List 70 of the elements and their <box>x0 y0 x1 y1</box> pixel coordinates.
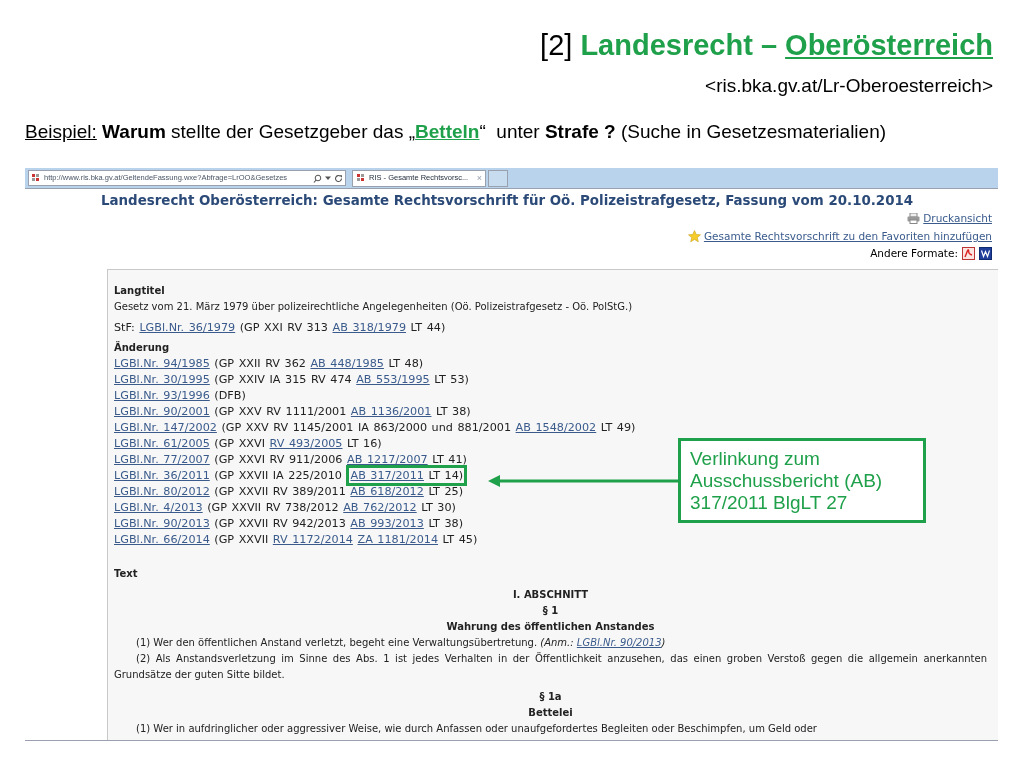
document-link[interactable]: LGBl.Nr. 90/2001 <box>114 405 210 418</box>
document-link[interactable]: ZA 1181/2014 <box>357 533 439 546</box>
document-link[interactable]: AB 448/1985 <box>310 357 384 370</box>
document-link[interactable]: RV 493/2005 <box>269 437 343 450</box>
search-icon[interactable] <box>313 173 322 183</box>
dropdown-caret-icon[interactable] <box>325 175 331 181</box>
document-link[interactable]: RV 1172/2014 <box>272 533 353 546</box>
amendment-line: LGBl.Nr. 147/2002 (GP XXV RV 1145/2001 IA 863/2000 und 881/2001 AB 1548/2002 LT 49) <box>114 420 636 436</box>
callout-box: Verlinkung zum Ausschussbericht (AB) 317/2011 BlgLT 27 <box>678 438 926 523</box>
amendment-line: LGBl.Nr. 30/1995 (GP XXIV IA 315 RV 474 AB 553/1995 LT 53) <box>114 372 469 388</box>
section-title: § 1a <box>538 690 563 704</box>
section-heading: Änderung <box>114 340 171 355</box>
amendment-line: LGBl.Nr. 90/2013 (GP XXVII RV 942/2013 AB 993/2013 LT 38) <box>114 516 464 532</box>
formats-label: Andere Formate: <box>870 246 958 261</box>
amendment-line: LGBl.Nr. 93/1996 (DFB) <box>114 388 246 404</box>
highlight-frame: AB 317/2011 LT 14) <box>346 465 468 486</box>
document-link[interactable]: AB 993/2013 <box>350 517 424 530</box>
document-link[interactable]: AB 1548/2002 <box>515 421 597 434</box>
citation-line: StF: LGBl.Nr. 36/1979 (GP XXI RV 313 AB 318/1979 LT 44) <box>114 320 446 336</box>
document-link[interactable]: LGBl.Nr. 90/2013 <box>114 517 210 530</box>
refresh-icon[interactable] <box>334 173 343 183</box>
star-icon <box>687 229 701 243</box>
section-heading: Langtitel <box>114 284 166 298</box>
document-link[interactable]: LGBl.Nr. 36/2011 <box>114 469 210 482</box>
law-paragraph: (1) Wer den öffentlichen Anstand verletzt, begeht eine Verwaltungsübertretung. (Anm.: LGBl.Nr. 90/2013) <box>135 636 667 650</box>
section-title: Wahrung des öffentlichen Anstandes <box>445 620 656 634</box>
document-link[interactable]: LGBl.Nr. 93/1996 <box>114 389 210 402</box>
page-link[interactable]: Druckansicht <box>923 209 992 227</box>
document-link[interactable]: LGBl.Nr. 80/2012 <box>114 485 210 498</box>
amendment-line: LGBl.Nr. 80/2012 (GP XXVII RV 389/2011 AB 618/2012 LT 25) <box>114 484 464 500</box>
page-title: Landesrecht Oberösterreich: Gesamte Rechtsvorschrift für Oö. Polizeistrafgesetz, Fassung vom 20.10.2014 <box>100 192 915 210</box>
slide-subtitle: <ris.bka.gv.at/Lr-Oberoesterreich> <box>704 74 993 98</box>
document-link[interactable]: LGBl.Nr. 77/2007 <box>114 453 210 466</box>
document-link[interactable]: AB 553/1995 <box>356 373 430 386</box>
document-link[interactable]: AB 1136/2001 <box>350 405 432 418</box>
amendment-line: LGBl.Nr. 94/1985 (GP XXII RV 362 AB 448/1985 LT 48) <box>114 356 424 372</box>
section-title: Bettelei <box>527 706 574 720</box>
document-link[interactable]: AB 1217/2007 <box>347 453 428 466</box>
section-title: § 1 <box>541 604 560 618</box>
section-title: I. ABSCHNITT <box>511 588 590 602</box>
slide-title: [2] Landesrecht – Oberösterreich <box>539 28 993 63</box>
amendment-line: LGBl.Nr. 90/2001 (GP XXV RV 1111/2001 AB 1136/2001 LT 38) <box>114 404 471 420</box>
printer-icon <box>907 212 921 224</box>
law-paragraph: (2) Als Anstandsverletzung im Sinne des Abs. 1 ist jedes Verhalten in der Öffentlichkeit anzusehen, das einen groben Verstoß gegen die allgemein anerkannten Grundsätze der guten Sitte bildet. <box>114 651 987 682</box>
word-document-icon[interactable] <box>979 246 992 260</box>
amendment-line: LGBl.Nr. 77/2007 (GP XXVI RV 911/2006 AB 1217/2007 LT 41) <box>114 452 467 468</box>
amendment-line: LGBl.Nr. 36/2011 (GP XXVII IA 225/2010 AB 317/2011 LT 14) <box>114 468 468 484</box>
document-link[interactable]: LGBl.Nr. 94/1985 <box>114 357 210 370</box>
document-link[interactable]: LGBl.Nr. 30/1995 <box>114 373 210 386</box>
amendment-line: LGBl.Nr. 61/2005 (GP XXVI RV 493/2005 LT 16) <box>114 436 382 452</box>
page-link[interactable]: Gesamte Rechtsvorschrift zu den Favoriten hinzufügen <box>703 227 992 245</box>
amendment-line: LGBl.Nr. 66/2014 (GP XXVII RV 1172/2014 ZA 1181/2014 LT 45) <box>114 532 478 548</box>
pdf-icon[interactable] <box>962 246 975 260</box>
document-link[interactable]: AB 317/2011 <box>350 469 424 482</box>
document-link[interactable]: LGBl.Nr. 90/2013 <box>576 637 662 648</box>
law-paragraph: (1) Wer in aufdringlicher oder aggressiver Weise, wie durch Anfassen oder unaufgefordertes Begleiten oder Beschimpfen, um Geld oder <box>135 722 818 736</box>
document-link[interactable]: LGBl.Nr. 4/2013 <box>114 501 203 514</box>
site-favicon-icon <box>356 173 366 183</box>
site-favicon-icon <box>31 173 41 183</box>
document-link[interactable]: AB 762/2012 <box>343 501 417 514</box>
document-link[interactable]: LGBl.Nr. 147/2002 <box>114 421 217 434</box>
document-link[interactable]: LGBl.Nr. 36/1979 <box>139 321 236 334</box>
long-title: Gesetz vom 21. März 1979 über polizeirechtliche Angelegenheiten (Oö. Polizeistrafgesetz - Oö. PolStG.) <box>114 300 634 314</box>
example-question: Beispiel: Warum stellte der Gesetzgeber das „Betteln“ unter Strafe ? (Suche in Gesetzesmaterialien) <box>24 120 888 144</box>
document-link[interactable]: LGBl.Nr. 61/2005 <box>114 437 210 450</box>
document-link[interactable]: AB 318/1979 <box>332 321 406 334</box>
document-link[interactable]: AB 618/2012 <box>350 485 424 498</box>
amendment-line: LGBl.Nr. 4/2013 (GP XXVII RV 738/2012 AB 762/2012 LT 30) <box>114 500 456 516</box>
document-link[interactable]: LGBl.Nr. 66/2014 <box>114 533 210 546</box>
section-heading: Text <box>114 567 139 581</box>
